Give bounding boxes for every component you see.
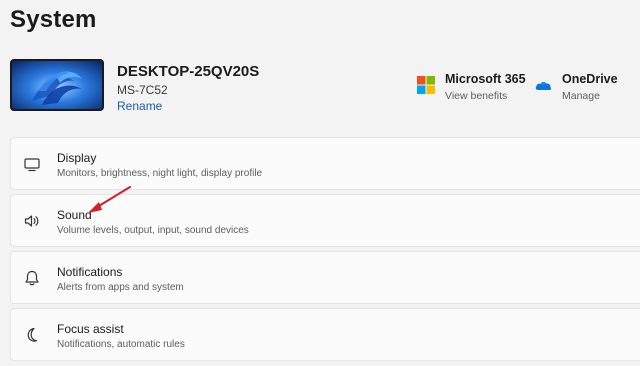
promo-title: Microsoft 365 <box>445 72 526 86</box>
microsoft-logo-icon <box>417 76 435 94</box>
device-name: DESKTOP-25QV20S <box>117 63 260 80</box>
settings-list: Display Monitors, brightness, night ligh… <box>10 137 640 365</box>
monitor-icon <box>24 158 40 172</box>
microsoft-365-promo[interactable]: Microsoft 365 View benefits <box>417 72 526 102</box>
settings-item-display[interactable]: Display Monitors, brightness, night ligh… <box>10 137 640 190</box>
bell-icon <box>25 270 39 286</box>
settings-item-subtitle: Monitors, brightness, night light, displ… <box>57 168 263 179</box>
speaker-icon <box>24 215 39 227</box>
settings-item-subtitle: Volume levels, output, input, sound devi… <box>57 225 249 236</box>
settings-item-subtitle: Alerts from apps and system <box>57 282 184 293</box>
moon-icon <box>27 327 38 342</box>
settings-item-focus-assist[interactable]: Focus assist Notifications, automatic ru… <box>10 308 640 361</box>
page-title: System <box>10 6 97 33</box>
rename-link[interactable]: Rename <box>117 99 162 113</box>
settings-item-title: Focus assist <box>57 322 124 336</box>
onedrive-promo[interactable]: OneDrive Manage <box>534 72 618 102</box>
promo-subtitle: View benefits <box>445 90 508 102</box>
settings-item-title: Display <box>57 151 97 165</box>
settings-item-subtitle: Notifications, automatic rules <box>57 339 185 350</box>
device-model: MS-7C52 <box>117 83 168 97</box>
promo-title: OneDrive <box>562 72 618 86</box>
settings-item-title: Sound <box>57 208 92 222</box>
settings-item-sound[interactable]: Sound Volume levels, output, input, soun… <box>10 194 640 247</box>
promo-subtitle: Manage <box>562 90 600 102</box>
onedrive-cloud-icon <box>535 81 552 90</box>
desktop-wallpaper-thumbnail <box>10 59 104 111</box>
settings-item-notifications[interactable]: Notifications Alerts from apps and syste… <box>10 251 640 304</box>
settings-item-title: Notifications <box>57 265 123 279</box>
